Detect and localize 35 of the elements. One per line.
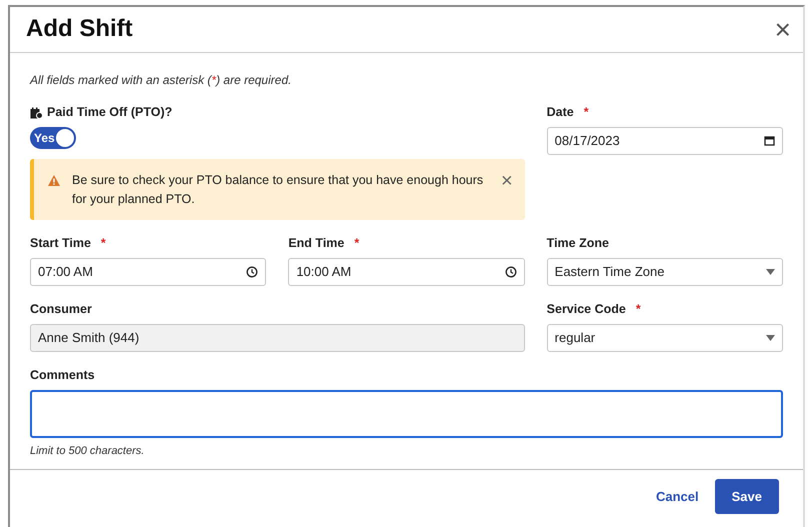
select-field[interactable]: Eastern Time Zone	[546, 258, 783, 286]
field-label: Paid Time Off (PTO)?	[47, 104, 172, 122]
calendar-icon[interactable]	[764, 135, 775, 146]
required-asterisk: *	[636, 301, 641, 318]
close-button[interactable]: ×	[772, 16, 793, 44]
required-asterisk: *	[584, 104, 589, 122]
pto-toggle[interactable]: Yes	[30, 126, 76, 149]
dropdown-caret-icon[interactable]	[766, 334, 775, 341]
readonly-field: Anne Smith (944)	[30, 324, 525, 352]
field-label: Comments	[30, 366, 95, 384]
alert-message: Be sure to check your PTO balance to ensure that you have enough hours for your planned PTO.	[72, 172, 484, 208]
field-label: Service Code	[546, 301, 626, 318]
field-label: Time Zone	[546, 235, 609, 252]
date-field[interactable]: 08/17/2023	[546, 126, 783, 155]
warning-icon	[48, 174, 60, 186]
save-button[interactable]: Save	[714, 478, 779, 514]
dialog-title: Add Shift	[26, 15, 133, 44]
clock-icon[interactable]	[504, 266, 517, 278]
required-asterisk: *	[354, 235, 360, 252]
field-label: Consumer	[30, 301, 92, 318]
field-label: Start Time	[30, 235, 91, 252]
cancel-button[interactable]: Cancel	[654, 482, 701, 510]
comments-field[interactable]	[30, 390, 783, 438]
field-label: Date	[546, 104, 574, 122]
alert-close-button[interactable]: ×	[500, 170, 513, 191]
required-note: All fields marked with an asterisk (*) are required.	[30, 72, 292, 90]
help-text: Limit to 500 characters.	[30, 444, 146, 459]
field-label: End Time	[288, 235, 344, 252]
time-field[interactable]: 07:00 AM	[30, 258, 266, 286]
required-asterisk: *	[100, 235, 106, 252]
clock-icon[interactable]	[246, 266, 258, 278]
calendar-clock-icon	[30, 106, 43, 119]
select-field[interactable]: regular	[546, 324, 783, 352]
time-field[interactable]: 10:00 AM	[288, 258, 525, 286]
dropdown-caret-icon[interactable]	[766, 269, 775, 276]
